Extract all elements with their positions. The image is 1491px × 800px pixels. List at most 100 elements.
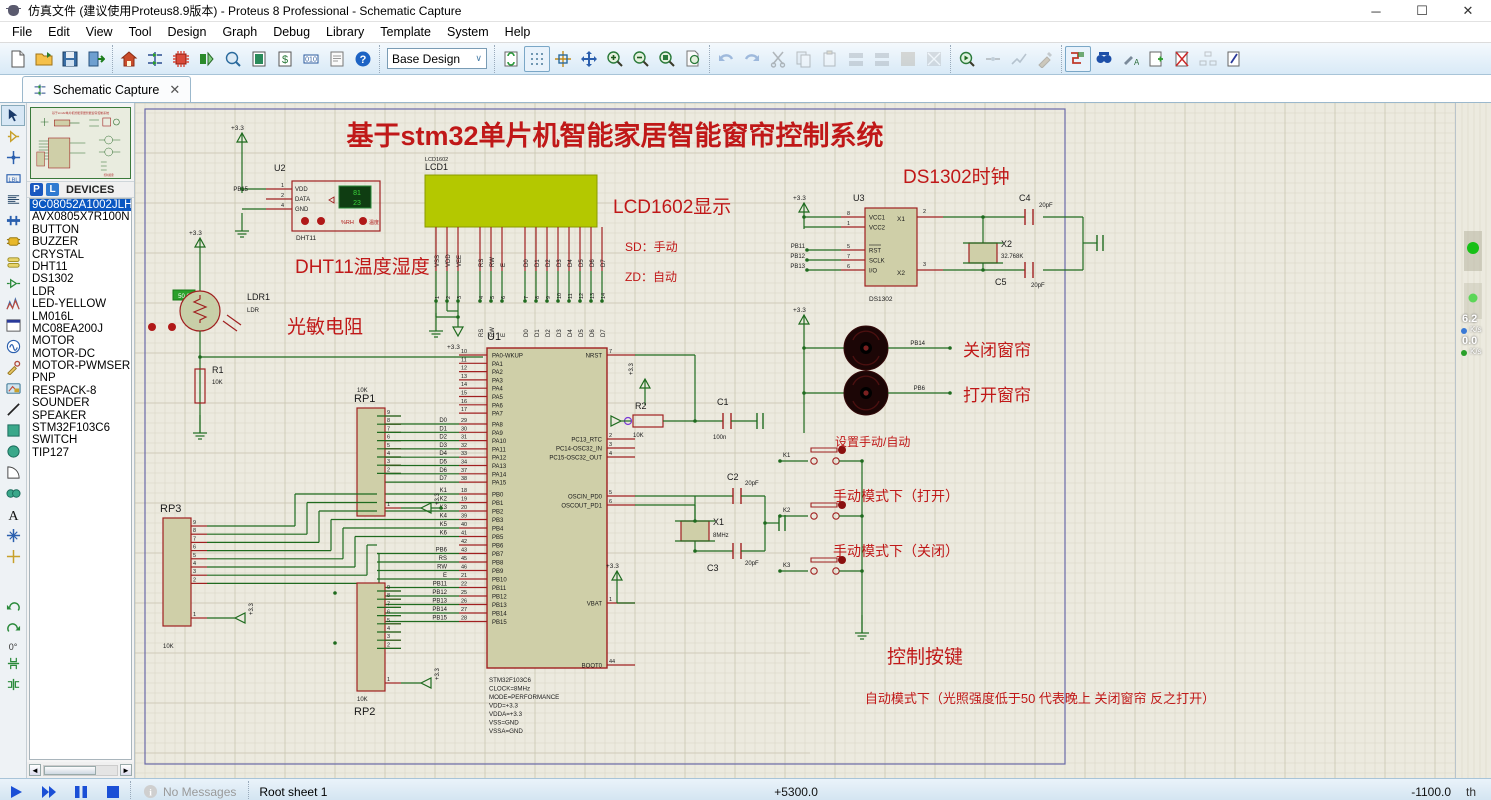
- copy-button[interactable]: [791, 46, 817, 72]
- device-list-item[interactable]: BUTTON: [30, 224, 131, 236]
- device-list-item[interactable]: MOTOR-DC: [30, 348, 131, 360]
- respack-body[interactable]: [162, 517, 192, 627]
- save-button[interactable]: [57, 46, 83, 72]
- cut-button[interactable]: [765, 46, 791, 72]
- rotate-ccw-button[interactable]: [1, 599, 25, 620]
- text-mode-button[interactable]: A: [1, 504, 25, 525]
- scroll-left-button[interactable]: ◄: [29, 764, 41, 776]
- menu-item-library[interactable]: Library: [318, 23, 372, 41]
- device-list-item[interactable]: TIP127: [30, 447, 131, 459]
- path-mode-button[interactable]: [1, 483, 25, 504]
- selection-mode-button[interactable]: [1, 105, 25, 126]
- erc-button[interactable]: [1006, 46, 1032, 72]
- menu-item-design[interactable]: Design: [160, 23, 215, 41]
- pick-parts-badge[interactable]: P: [30, 183, 43, 196]
- device-list-item[interactable]: PNP: [30, 372, 131, 384]
- graph-mode-button[interactable]: [1, 294, 25, 315]
- device-list-item[interactable]: STM32F103C6: [30, 422, 131, 434]
- scroll-thumb[interactable]: [44, 765, 96, 775]
- virtual-instrument-mode-button[interactable]: [1, 378, 25, 399]
- device-list-item[interactable]: MC08EA200J: [30, 323, 131, 335]
- device-list-item[interactable]: DS1302: [30, 273, 131, 285]
- rotate-cw-button[interactable]: [1, 620, 25, 641]
- wire-label-mode-button[interactable]: LBL: [1, 168, 25, 189]
- device-list-item[interactable]: SWITCH: [30, 434, 131, 446]
- exit-button[interactable]: [83, 46, 109, 72]
- marker-mode-button[interactable]: [1, 546, 25, 567]
- device-list-item[interactable]: LM016L: [30, 311, 131, 323]
- block-copy-button[interactable]: [843, 46, 869, 72]
- scroll-track[interactable]: [43, 764, 118, 776]
- cost-button[interactable]: $: [272, 46, 298, 72]
- 3d-viewer-button[interactable]: [194, 46, 220, 72]
- mirror-y-button[interactable]: [1, 674, 25, 695]
- box-mode-button[interactable]: [1, 420, 25, 441]
- menu-item-graph[interactable]: Graph: [214, 23, 265, 41]
- device-list-item[interactable]: AVX0805X7R100N: [30, 211, 131, 223]
- text-script-mode-button[interactable]: [1, 189, 25, 210]
- redo-button[interactable]: [739, 46, 765, 72]
- zoom-out-button[interactable]: [628, 46, 654, 72]
- device-list-item[interactable]: RESPACK-8: [30, 385, 131, 397]
- bus-mode-button[interactable]: [1, 210, 25, 231]
- find-button[interactable]: [1091, 46, 1117, 72]
- subcircuit-mode-button[interactable]: [1, 231, 25, 252]
- device-list-item[interactable]: MOTOR: [30, 335, 131, 347]
- menu-item-system[interactable]: System: [439, 23, 497, 41]
- pan-button[interactable]: [576, 46, 602, 72]
- schematic-canvas[interactable]: 基于stm32单片机智能家居智能窗帘控制系统 +3.3 U2 1 2 4 VDD DATA GN…: [135, 103, 1455, 778]
- run-sim-button[interactable]: [954, 46, 980, 72]
- menu-item-view[interactable]: View: [78, 23, 121, 41]
- maximize-button[interactable]: ☐: [1399, 0, 1445, 22]
- home-button[interactable]: [116, 46, 142, 72]
- ascii-button[interactable]: 010: [298, 46, 324, 72]
- bom-button[interactable]: [246, 46, 272, 72]
- generator-mode-button[interactable]: [1, 336, 25, 357]
- refresh-button[interactable]: [498, 46, 524, 72]
- play-button[interactable]: [4, 782, 30, 800]
- edit-design-button[interactable]: [1221, 46, 1247, 72]
- netlist-button[interactable]: [980, 46, 1006, 72]
- block-rotate-button[interactable]: [895, 46, 921, 72]
- mirror-x-button[interactable]: [1, 653, 25, 674]
- pause-button[interactable]: [68, 782, 94, 800]
- zoom-in-button[interactable]: [602, 46, 628, 72]
- tools-button[interactable]: [1032, 46, 1058, 72]
- help-button[interactable]: ?: [350, 46, 376, 72]
- device-list-item[interactable]: SPEAKER: [30, 410, 131, 422]
- device-list-item[interactable]: CRYSTAL: [30, 249, 131, 261]
- devices-hscrollbar[interactable]: ◄ ►: [27, 762, 134, 778]
- device-list-item[interactable]: LDR: [30, 286, 131, 298]
- menu-item-edit[interactable]: Edit: [40, 23, 78, 41]
- pcb-layout-button[interactable]: [168, 46, 194, 72]
- paste-button[interactable]: [817, 46, 843, 72]
- device-list-item[interactable]: LED-YELLOW: [30, 298, 131, 310]
- block-delete-button[interactable]: [921, 46, 947, 72]
- new-sheet-button[interactable]: [1143, 46, 1169, 72]
- property-assign-button[interactable]: A: [1117, 46, 1143, 72]
- symbol-mode-button[interactable]: [1, 525, 25, 546]
- open-file-button[interactable]: [31, 46, 57, 72]
- minimize-button[interactable]: ─: [1353, 0, 1399, 22]
- library-badge[interactable]: L: [46, 183, 59, 196]
- line-mode-button[interactable]: [1, 399, 25, 420]
- zoom-area-button[interactable]: [654, 46, 680, 72]
- hierarchy-button[interactable]: [1195, 46, 1221, 72]
- new-file-button[interactable]: [5, 46, 31, 72]
- search-button[interactable]: [220, 46, 246, 72]
- device-list-item[interactable]: DHT11: [30, 261, 131, 273]
- devices-list[interactable]: 9C08052A1002JLH AVX0805X7R100N BUTTON BUZZE…: [29, 198, 132, 760]
- undo-button[interactable]: [713, 46, 739, 72]
- device-list-item[interactable]: MOTOR-PWMSER: [30, 360, 131, 372]
- component-mode-button[interactable]: [1, 126, 25, 147]
- circle-mode-button[interactable]: [1, 441, 25, 462]
- tape-recorder-mode-button[interactable]: [1, 315, 25, 336]
- tab-schematic-capture[interactable]: Schematic Capture ✕: [22, 76, 192, 102]
- design-select[interactable]: Base Design ∨: [387, 48, 487, 69]
- menu-item-file[interactable]: File: [4, 23, 40, 41]
- device-list-item[interactable]: 9C08052A1002JLH: [30, 199, 131, 212]
- terminal-mode-button[interactable]: [1, 252, 25, 273]
- block-move-button[interactable]: [869, 46, 895, 72]
- schematic-drawing[interactable]: 基于stm32单片机智能家居智能窗帘控制系统+3.3U2124VDDDATAGN…: [135, 103, 1455, 778]
- arc-mode-button[interactable]: [1, 462, 25, 483]
